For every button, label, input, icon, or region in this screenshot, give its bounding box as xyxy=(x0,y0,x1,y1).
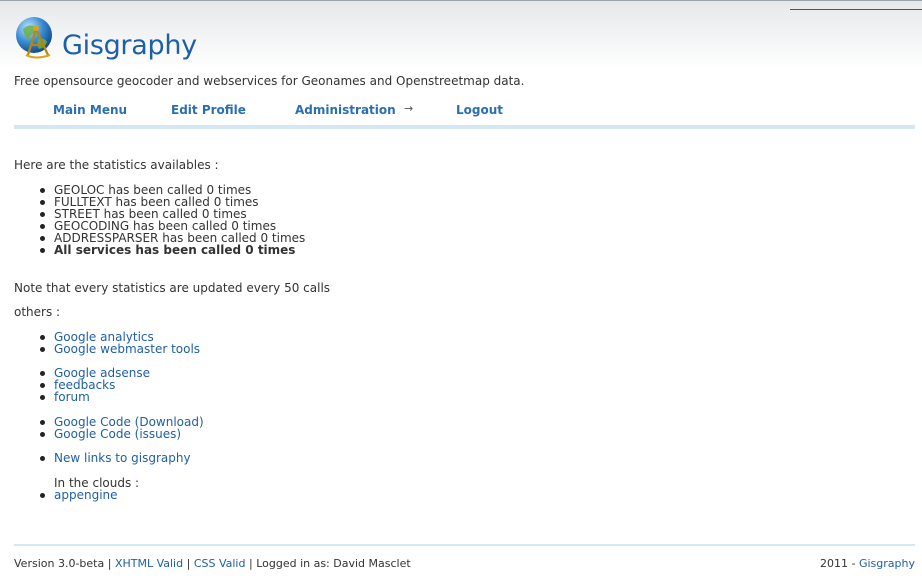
nav-edit-profile[interactable]: Edit Profile xyxy=(171,103,246,117)
footer-separator: | xyxy=(107,557,112,570)
list-item: forum xyxy=(14,391,150,403)
footer-left: Version 3.0-beta | XHTML Valid | CSS Val… xyxy=(14,557,411,570)
link-google-code-issues[interactable]: Google Code (issues) xyxy=(54,427,181,441)
footer-logged-in: Logged in as: David Masclet xyxy=(256,557,411,570)
link-gisgraphy-home[interactable]: Gisgraphy xyxy=(859,557,915,570)
footer-separator: | xyxy=(248,557,253,570)
others-label: others : xyxy=(14,305,61,319)
list-item: appengine xyxy=(14,489,139,501)
site-tagline: Free opensource geocoder and webservices… xyxy=(14,74,525,88)
list-item: Google webmaster tools xyxy=(14,343,200,355)
link-appengine[interactable]: appengine xyxy=(54,488,118,502)
links-group-analytics: Google analytics Google webmaster tools xyxy=(14,331,200,355)
link-css-valid[interactable]: CSS Valid xyxy=(194,557,246,570)
stats-intro: Here are the statistics availables : xyxy=(14,158,219,172)
nav-logout[interactable]: Logout xyxy=(456,103,503,117)
link-new-links[interactable]: New links to gisgraphy xyxy=(54,451,191,465)
link-xhtml-valid[interactable]: XHTML Valid xyxy=(115,557,183,570)
links-group-community: Google adsense feedbacks forum xyxy=(14,367,150,403)
link-forum[interactable]: forum xyxy=(54,390,90,404)
footer-year: 2011 - xyxy=(820,557,856,570)
links-group-code: Google Code (Download) Google Code (issu… xyxy=(14,416,204,440)
footer-right: 2011 - Gisgraphy xyxy=(820,557,915,570)
list-item: Google Code (issues) xyxy=(14,428,204,440)
main-nav: Main Menu Edit Profile Administration → … xyxy=(14,98,915,129)
stat-all-services: All services has been called 0 times xyxy=(14,244,305,256)
nav-administration[interactable]: Administration xyxy=(295,103,396,117)
site-title[interactable]: Gisgraphy xyxy=(62,32,197,59)
list-item: New links to gisgraphy xyxy=(14,452,191,464)
links-group-clouds: In the clouds : appengine xyxy=(14,477,139,501)
link-google-webmaster-tools[interactable]: Google webmaster tools xyxy=(54,342,200,356)
arrow-right-icon: → xyxy=(404,102,414,115)
footer-separator: | xyxy=(186,557,191,570)
corner-line xyxy=(790,9,922,10)
footer-divider xyxy=(14,544,915,546)
stats-note: Note that every statistics are updated e… xyxy=(14,281,331,295)
nav-main-menu[interactable]: Main Menu xyxy=(53,103,127,117)
footer-version: Version 3.0-beta xyxy=(14,557,105,570)
stats-list: GEOLOC has been called 0 times FULLTEXT … xyxy=(14,184,305,256)
globe-logo-icon[interactable] xyxy=(14,15,60,61)
links-group-new: New links to gisgraphy xyxy=(14,452,191,464)
